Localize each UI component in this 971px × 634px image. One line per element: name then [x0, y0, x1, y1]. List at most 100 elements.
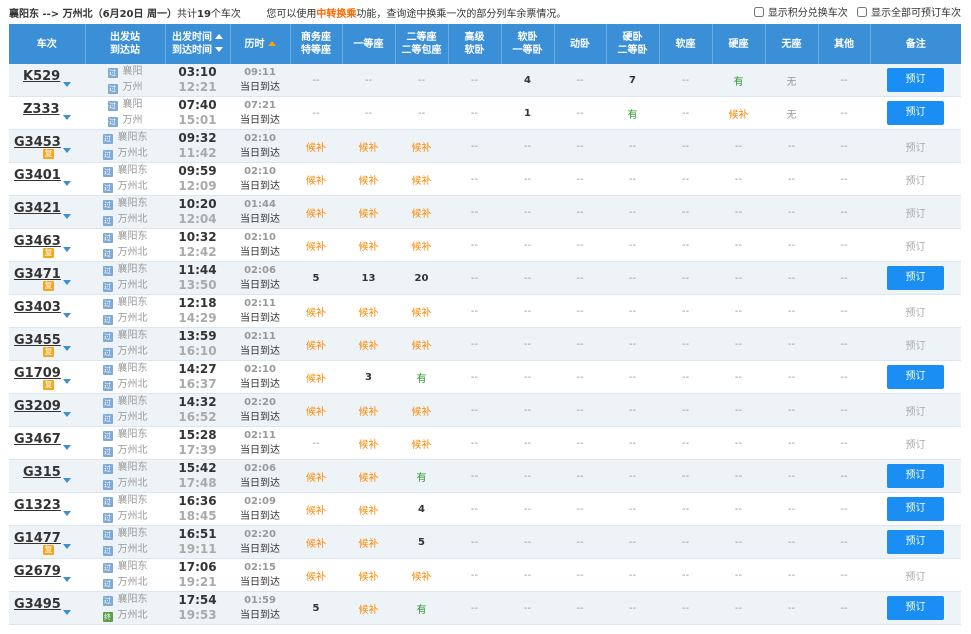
book-button[interactable]: 预订 — [887, 530, 944, 554]
seat-availability[interactable]: 候补 — [342, 129, 395, 163]
seat-availability[interactable]: 候补 — [342, 459, 395, 493]
col-times[interactable]: 出发时间 到达时间 — [165, 24, 231, 64]
expand-stops-icon[interactable] — [63, 511, 71, 516]
show-all-checkbox[interactable] — [857, 7, 867, 17]
sort-up-icon[interactable] — [215, 34, 223, 39]
sort-down-icon[interactable] — [215, 47, 223, 52]
seat-availability[interactable]: 候补 — [290, 294, 342, 328]
train-number-link[interactable]: G1709 — [14, 366, 61, 381]
seat-availability[interactable]: 候补 — [290, 525, 342, 559]
book-button[interactable]: 预订 — [887, 101, 944, 125]
seat-availability[interactable]: 候补 — [342, 591, 395, 625]
seat-availability[interactable]: 候补 — [290, 228, 342, 262]
expand-stops-icon[interactable] — [63, 346, 71, 351]
train-number-link[interactable]: G2679 — [14, 564, 61, 579]
seat-availability[interactable]: 7 — [606, 64, 659, 97]
seat-availability[interactable]: 候补 — [395, 426, 448, 460]
seat-availability[interactable]: 候补 — [342, 228, 395, 262]
seat-availability[interactable]: 候补 — [395, 327, 448, 361]
expand-stops-icon[interactable] — [63, 148, 71, 153]
train-number-link[interactable]: Z333 — [23, 102, 60, 117]
train-number-link[interactable]: G3455 — [14, 333, 61, 348]
seat-availability[interactable]: 有 — [395, 591, 448, 625]
train-number-link[interactable]: G3463 — [14, 234, 61, 249]
seat-availability[interactable]: 候补 — [712, 96, 765, 130]
seat-availability[interactable]: 13 — [342, 261, 395, 295]
show-points-option[interactable]: 显示积分兑换车次 — [753, 7, 848, 19]
expand-stops-icon[interactable] — [63, 247, 71, 252]
seat-availability[interactable]: 候补 — [290, 327, 342, 361]
book-button[interactable]: 预订 — [887, 596, 944, 620]
expand-stops-icon[interactable] — [63, 379, 71, 384]
seat-availability[interactable]: 候补 — [290, 393, 342, 427]
seat-availability[interactable]: 有 — [395, 459, 448, 493]
seat-availability[interactable]: 候补 — [290, 129, 342, 163]
train-number-link[interactable]: G3403 — [14, 300, 61, 315]
seat-availability[interactable]: 候补 — [342, 492, 395, 526]
train-number-link[interactable]: G3209 — [14, 399, 61, 414]
train-number-link[interactable]: G315 — [23, 465, 61, 480]
train-number-link[interactable]: G3471 — [14, 267, 61, 282]
seat-availability[interactable]: 候补 — [342, 195, 395, 229]
seat-availability[interactable]: 候补 — [290, 162, 342, 196]
seat-availability[interactable]: 有 — [395, 360, 448, 394]
seat-availability[interactable]: 候补 — [395, 162, 448, 196]
expand-stops-icon[interactable] — [63, 280, 71, 285]
seat-availability[interactable]: 候补 — [395, 228, 448, 262]
show-all-option[interactable]: 显示全部可预订车次 — [857, 7, 961, 19]
train-number-link[interactable]: G3453 — [14, 135, 61, 150]
seat-availability[interactable]: 候补 — [342, 525, 395, 559]
train-number-link[interactable]: G1477 — [14, 531, 61, 546]
train-number-link[interactable]: G3401 — [14, 168, 61, 183]
seat-availability[interactable]: 候补 — [342, 294, 395, 328]
seat-availability[interactable]: 候补 — [342, 327, 395, 361]
book-button[interactable]: 预订 — [887, 266, 944, 290]
seat-availability[interactable]: 候补 — [342, 393, 395, 427]
seat-availability[interactable]: 候补 — [342, 426, 395, 460]
book-button[interactable]: 预订 — [887, 497, 944, 521]
seat-availability[interactable]: 候补 — [342, 162, 395, 196]
seat-availability[interactable]: 候补 — [290, 360, 342, 394]
seat-availability[interactable]: 候补 — [395, 129, 448, 163]
seat-availability[interactable]: 5 — [395, 525, 448, 559]
expand-stops-icon[interactable] — [63, 181, 71, 186]
seat-availability[interactable]: 有 — [606, 96, 659, 130]
seat-availability[interactable]: 候补 — [395, 195, 448, 229]
expand-stops-icon[interactable] — [63, 544, 71, 549]
seat-availability[interactable]: 5 — [290, 591, 342, 625]
seat-availability[interactable]: 候补 — [290, 459, 342, 493]
seat-availability[interactable]: 候补 — [395, 558, 448, 592]
expand-stops-icon[interactable] — [63, 214, 71, 219]
book-button[interactable]: 预订 — [887, 464, 944, 488]
seat-availability[interactable]: 候补 — [342, 558, 395, 592]
seat-availability[interactable]: 候补 — [290, 492, 342, 526]
show-points-checkbox[interactable] — [753, 7, 764, 17]
seat-availability[interactable]: 候补 — [395, 294, 448, 328]
train-number-link[interactable]: G3467 — [14, 432, 61, 447]
book-button[interactable]: 预订 — [887, 365, 944, 389]
seat-availability[interactable]: 4 — [395, 492, 448, 526]
seat-availability[interactable]: 3 — [342, 360, 395, 394]
transfer-link[interactable]: 中转换乘 — [316, 9, 356, 20]
expand-stops-icon[interactable] — [63, 445, 71, 450]
col-duration[interactable]: 历时 — [230, 24, 291, 64]
expand-stops-icon[interactable] — [63, 610, 71, 615]
expand-stops-icon[interactable] — [63, 115, 71, 120]
train-number-link[interactable]: G1323 — [14, 498, 61, 513]
seat-availability[interactable]: 候补 — [290, 558, 342, 592]
train-number-link[interactable]: K529 — [23, 69, 60, 84]
seat-availability[interactable]: 5 — [290, 261, 342, 295]
expand-stops-icon[interactable] — [63, 412, 71, 417]
expand-stops-icon[interactable] — [63, 313, 71, 318]
seat-availability[interactable]: 候补 — [290, 195, 342, 229]
train-number-link[interactable]: G3495 — [14, 597, 61, 612]
seat-availability[interactable]: 有 — [712, 64, 765, 97]
seat-availability[interactable]: 候补 — [395, 393, 448, 427]
train-number-link[interactable]: G3421 — [14, 201, 61, 216]
book-button[interactable]: 预订 — [887, 68, 944, 92]
expand-stops-icon[interactable] — [63, 577, 71, 582]
seat-availability[interactable]: 4 — [501, 64, 554, 97]
sort-duration-icon[interactable] — [267, 40, 276, 46]
expand-stops-icon[interactable] — [63, 478, 71, 483]
seat-availability[interactable]: 20 — [395, 261, 448, 295]
